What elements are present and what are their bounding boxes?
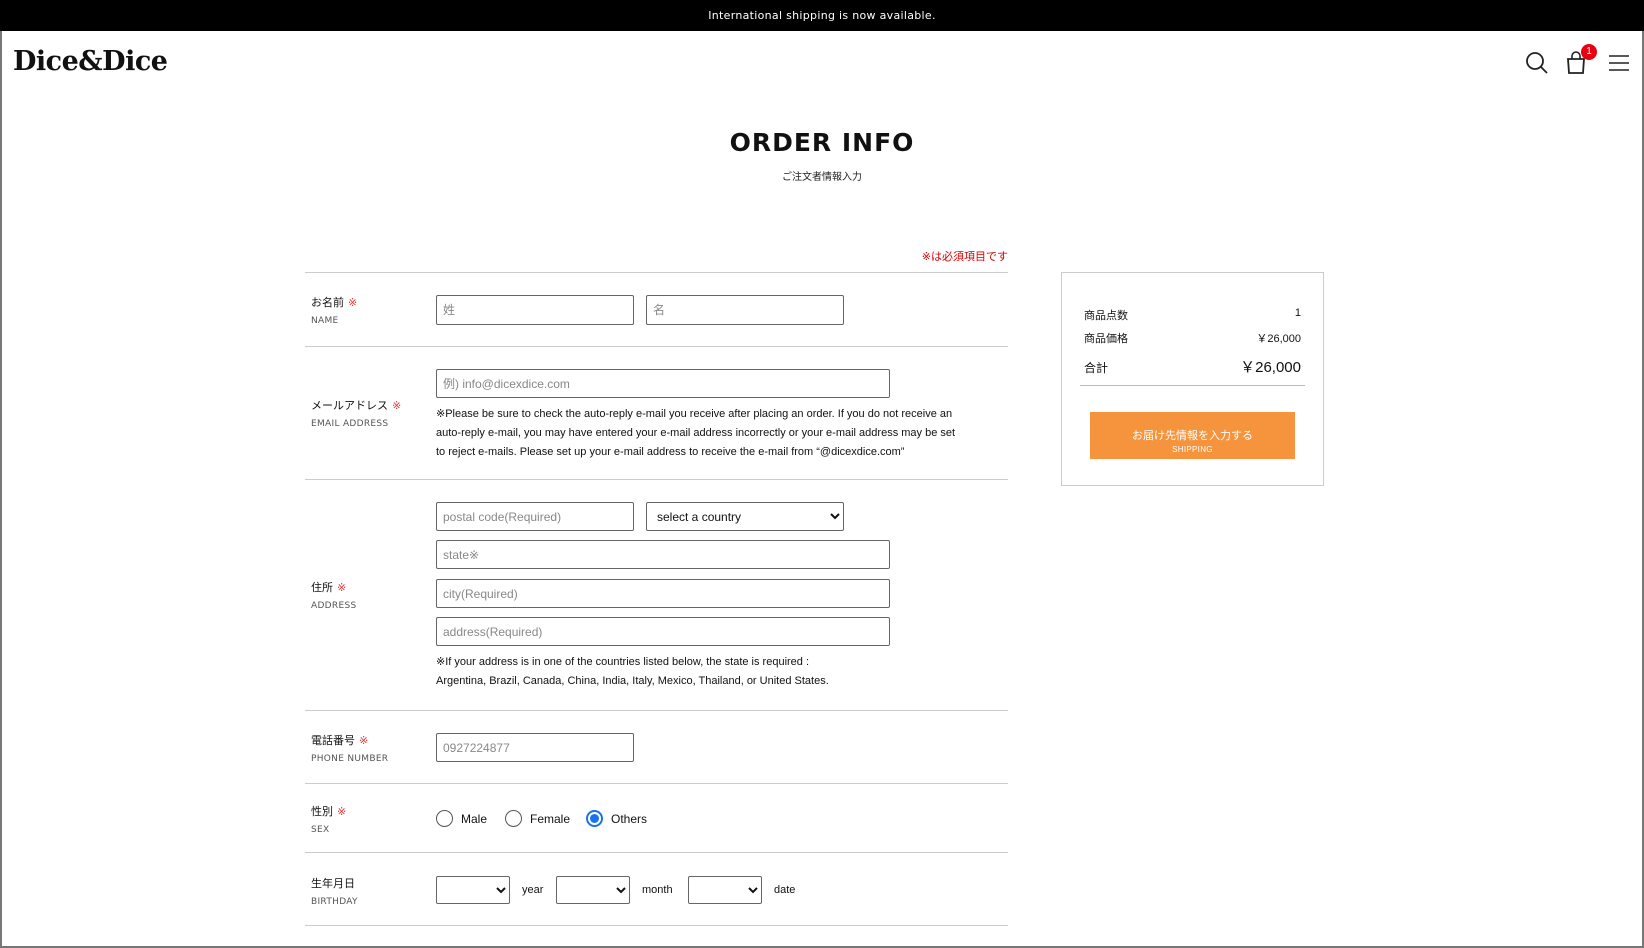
email-row: メールアドレス ※ EMAIL ADDRESS ※Please be sure t… — [305, 347, 1008, 480]
site-logo[interactable]: Dice&Dice — [13, 46, 168, 77]
shipping-button[interactable]: お届け先情報を入力する SHIPPING — [1090, 412, 1295, 459]
address-note-line: Argentina, Brazil, Canada, China, India,… — [436, 675, 829, 687]
email-input[interactable] — [436, 369, 890, 398]
phone-label-jp: 電話番号 — [311, 734, 355, 747]
birth-date-select[interactable] — [688, 876, 762, 904]
address-note-line: ※If your address is in one of the countr… — [436, 656, 810, 668]
summary-total-row: 合計 ￥26,000 — [1084, 356, 1301, 377]
phone-row: 電話番号 ※ PHONE NUMBER — [305, 711, 1008, 784]
radio-circle[interactable] — [505, 810, 522, 827]
address-note: ※If your address is in one of the countr… — [436, 653, 829, 691]
sex-option-label: Male — [461, 811, 488, 826]
page-title: ORDER INFO — [729, 128, 915, 157]
sex-label: 性別 ※ SEX — [311, 803, 346, 835]
year-unit-label: year — [522, 884, 544, 896]
summary-divider — [1080, 385, 1305, 386]
required-mark: ※ — [392, 399, 402, 412]
city-input[interactable] — [436, 579, 890, 608]
birthday-row: 生年月日 BIRTHDAY year month date — [305, 853, 1008, 926]
address-row: 住所 ※ ADDRESS select a country ※If your ad… — [305, 480, 1008, 711]
total-value: ￥26,000 — [1240, 359, 1301, 376]
required-mark: ※ — [337, 581, 347, 594]
birth-year-select[interactable] — [436, 876, 510, 904]
menu-icon[interactable] — [1606, 50, 1632, 76]
date-unit-label: date — [774, 884, 796, 896]
sex-radio-female[interactable]: Female — [505, 810, 570, 827]
name-label-en: NAME — [311, 316, 339, 326]
cart-count-badge: 1 — [1581, 44, 1597, 60]
address-label: 住所 ※ ADDRESS — [311, 579, 356, 611]
required-note: ※は必須項目です — [921, 250, 1008, 263]
summary-price-row: 商品価格 ￥26,000 — [1084, 330, 1301, 346]
address-label-jp: 住所 — [311, 581, 333, 594]
email-note-line: to reject e-mails. Please set up your e-… — [436, 446, 905, 458]
price-value: ￥26,000 — [1256, 333, 1301, 345]
sex-option-label: Others — [611, 811, 648, 826]
birth-month-select[interactable] — [556, 876, 630, 904]
radio-circle[interactable] — [436, 810, 453, 827]
month-unit-label: month — [642, 884, 673, 896]
address-input[interactable] — [436, 617, 890, 646]
summary-items-row: 商品点数 1 — [1084, 307, 1301, 323]
postal-code-input[interactable] — [436, 502, 634, 531]
sex-radio-others[interactable]: Others — [586, 810, 647, 827]
sex-radio-male[interactable]: Male — [436, 810, 487, 827]
shipping-button-label: お届け先情報を入力する — [1132, 429, 1253, 442]
country-select[interactable]: select a country — [646, 502, 844, 531]
name-label-jp: お名前 — [311, 296, 344, 309]
required-mark: ※ — [348, 296, 358, 309]
email-note: ※Please be sure to check the auto-reply … — [436, 405, 955, 462]
sex-label-jp: 性別 — [311, 805, 333, 818]
sex-label-en: SEX — [311, 825, 330, 835]
name-label: お名前 ※ NAME — [311, 294, 357, 326]
email-label-jp: メールアドレス — [311, 399, 388, 412]
search-icon[interactable] — [1524, 50, 1550, 76]
page-subtitle: ご注文者情報入力 — [782, 172, 862, 183]
order-form: お名前 ※ NAME メールアドレス ※ EMAIL ADDRESS ※Please… — [305, 272, 1008, 926]
email-label: メールアドレス ※ EMAIL ADDRESS — [311, 397, 401, 429]
state-input[interactable] — [436, 540, 890, 569]
announcement-bar: International shipping is now available. — [0, 0, 1644, 31]
name-row: お名前 ※ NAME — [305, 273, 1008, 347]
email-note-line: auto-reply e-mail, you may have entered … — [436, 427, 956, 439]
phone-label-en: PHONE NUMBER — [311, 754, 389, 764]
required-mark: ※ — [359, 734, 369, 747]
birthday-label: 生年月日 BIRTHDAY — [311, 875, 358, 907]
first-name-input[interactable] — [646, 295, 844, 325]
shipping-button-sublabel: SHIPPING — [1172, 444, 1213, 454]
order-summary: 商品点数 1 商品価格 ￥26,000 合計 ￥26,000 お届け先情報を入力… — [1061, 272, 1324, 486]
required-mark: ※ — [337, 805, 347, 818]
sex-option-label: Female — [530, 811, 571, 826]
cart-icon[interactable]: 1 — [1563, 44, 1597, 76]
phone-input[interactable] — [436, 733, 634, 762]
sex-radio-group: Male Female Others — [436, 810, 736, 830]
address-label-en: ADDRESS — [311, 601, 357, 611]
total-label: 合計 — [1084, 361, 1109, 375]
items-count-label: 商品点数 — [1084, 310, 1128, 322]
price-label: 商品価格 — [1084, 333, 1128, 345]
sex-row: 性別 ※ SEX Male Female Others — [305, 784, 1008, 853]
phone-label: 電話番号 ※ PHONE NUMBER — [311, 732, 388, 764]
email-label-en: EMAIL ADDRESS — [311, 419, 389, 429]
birthday-label-jp: 生年月日 — [311, 877, 355, 890]
radio-circle-selected[interactable] — [586, 810, 603, 827]
items-count-value: 1 — [1294, 307, 1301, 319]
email-note-line: ※Please be sure to check the auto-reply … — [436, 408, 953, 420]
last-name-input[interactable] — [436, 295, 634, 325]
birthday-label-en: BIRTHDAY — [311, 897, 358, 907]
